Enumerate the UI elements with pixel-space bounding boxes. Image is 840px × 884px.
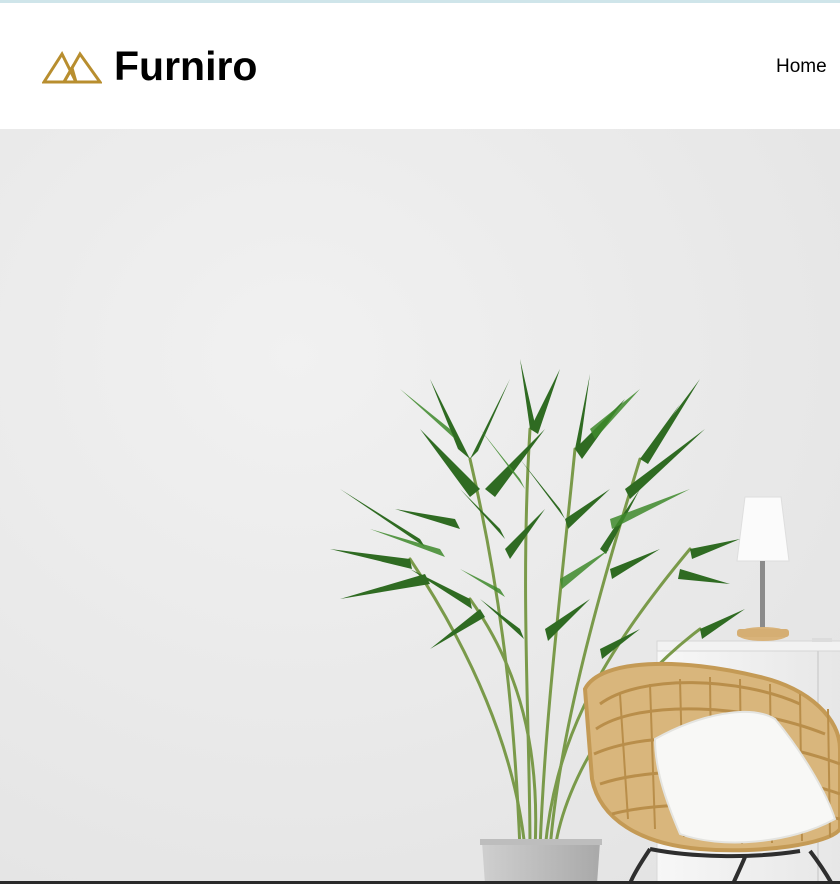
brand-name: Furniro [114,42,258,89]
site-header: Furniro Home [0,3,840,129]
main-nav: Home [776,56,827,78]
brand-link[interactable]: Furniro [42,43,257,89]
nav-item-home[interactable]: Home [776,56,827,77]
hero-banner [0,129,840,884]
hero-image [0,129,840,884]
furniro-logo-icon [42,50,102,84]
plant-pot [480,839,602,884]
